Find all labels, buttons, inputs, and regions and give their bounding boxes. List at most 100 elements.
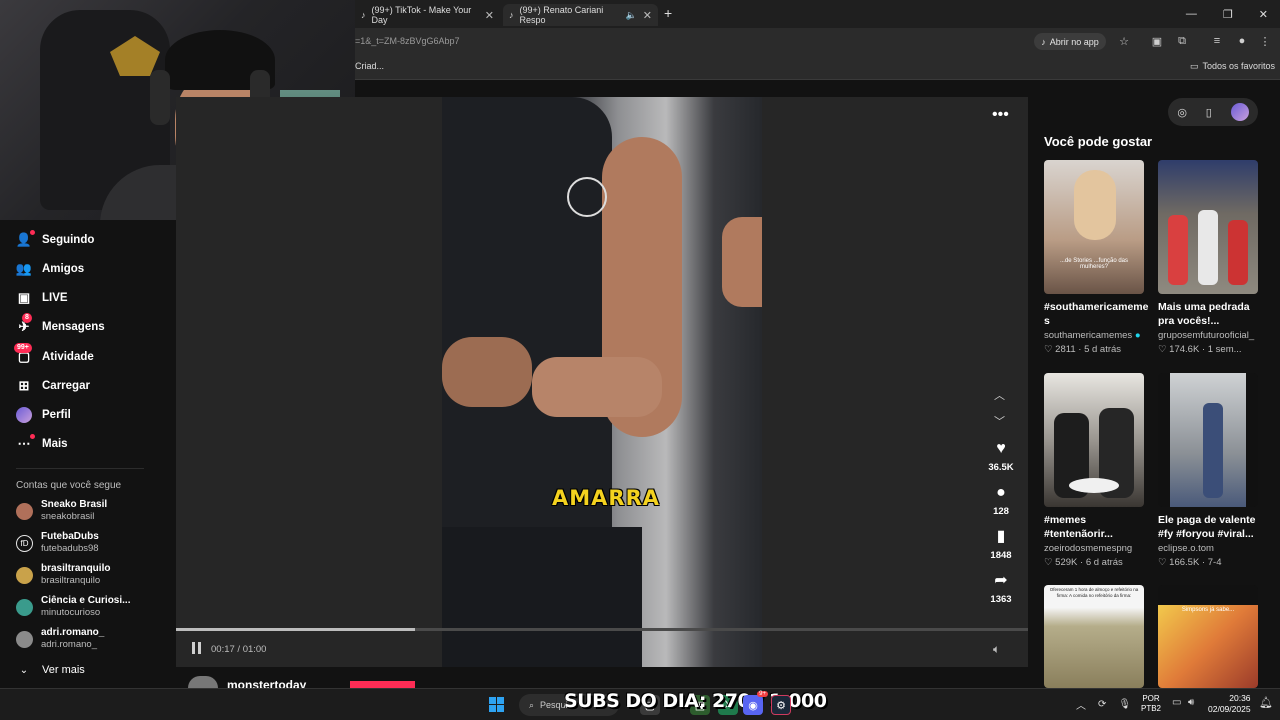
sync-icon[interactable]: ⟳ <box>1098 699 1106 710</box>
suggestion-thumbnail[interactable]: Simpsons já sabe... <box>1158 585 1258 688</box>
speaker-icon[interactable]: 🔈 <box>626 10 637 21</box>
suggestion-card[interactable]: ...de Stories ...função das mulheres? #s… <box>1044 160 1148 355</box>
account-name: Sneako Brasil <box>41 499 108 510</box>
extension-icon[interactable]: ▣ <box>1150 34 1164 48</box>
discord-icon[interactable]: ◉ 9+ <box>743 691 768 715</box>
restore-icon[interactable]: ❐ <box>1223 8 1233 21</box>
following-icon: 👤 <box>16 230 35 248</box>
phone-icon[interactable]: ▯ <box>1206 106 1212 119</box>
heart-outline-icon: ♡ <box>1044 344 1053 355</box>
sidebar-item-profile[interactable]: Perfil <box>16 404 71 426</box>
panel-toolbar: ◎ ▯ <box>1168 98 1258 126</box>
sidebar-item-label: Amigos <box>42 263 85 275</box>
new-tab-button[interactable]: + <box>664 5 672 21</box>
microphone-icon[interactable]: 🎙︎ <box>1118 699 1131 710</box>
open-app-button[interactable]: ♪ Abrir no app <box>1034 33 1106 50</box>
suggestion-thumbnail[interactable] <box>1158 160 1258 294</box>
share-button[interactable]: ➦ 1363 <box>984 572 1018 605</box>
profile-icon[interactable]: ● <box>1235 34 1249 48</box>
volume-icon[interactable]: 🔈︎ <box>993 642 1000 657</box>
following-section-title: Contas que você segue <box>16 480 122 491</box>
puzzle-icon[interactable]: ⧉ <box>1175 34 1189 48</box>
sidebar-item-upload[interactable]: ⊞ Carregar <box>16 375 90 397</box>
language-indicator[interactable]: POR PTB2 <box>1141 694 1161 714</box>
sidebar-item-activity[interactable]: ▢ 99+ Atividade <box>14 343 94 368</box>
more-options-icon[interactable]: ••• <box>992 106 1009 124</box>
followed-account[interactable]: brasiltranquilo brasiltranquilo <box>16 563 110 587</box>
media-icon[interactable]: ≡ <box>1210 34 1224 48</box>
avatar[interactable] <box>1230 103 1249 121</box>
suggestion-card[interactable]: Mais uma pedrada pra vocês!... gruposemf… <box>1158 160 1258 355</box>
author-avatar[interactable] <box>188 676 218 688</box>
volume-tray-icon[interactable]: 🔊︎ <box>1188 697 1194 708</box>
account-avatar <box>16 502 33 520</box>
tab-tiktok[interactable]: ♪ (99+) TikTok - Make Your Day ✕ <box>355 4 500 26</box>
messages-icon: ✈ 8 <box>16 313 32 335</box>
sidebar-item-live[interactable]: ▣ LIVE <box>16 287 68 309</box>
suggestion-author: eclipse.o.tom <box>1158 543 1214 554</box>
chevron-up-icon[interactable]: ︿ <box>994 387 1005 403</box>
star-icon[interactable]: ☆ <box>1117 34 1131 48</box>
menu-icon[interactable]: ⋮ <box>1258 34 1272 48</box>
heart-outline-icon: ♡ <box>1158 344 1167 355</box>
follow-button[interactable] <box>350 681 415 688</box>
sidebar-item-more[interactable]: ⋯ Mais <box>16 433 68 455</box>
tab-renato[interactable]: ♪ (99+) Renato Cariani Respo 🔈 ✕ <box>503 4 658 26</box>
save-button[interactable]: ▮ 1848 <box>984 528 1018 561</box>
sidebar-item-messages[interactable]: ✈ 8 Mensagens <box>16 313 105 338</box>
thumbnail-text: Simpsons já sabe... <box>1181 607 1235 613</box>
video-frame[interactable] <box>442 97 762 667</box>
pause-icon[interactable] <box>192 642 204 655</box>
followed-account[interactable]: Sneako Brasil sneakobrasil <box>16 499 107 523</box>
bookmark-item[interactable]: Criad... <box>355 61 384 71</box>
account-avatar <box>16 598 33 616</box>
monitor-icon[interactable]: ▭ <box>1172 697 1181 708</box>
live-icon: ▣ <box>17 290 31 305</box>
suggestion-card[interactable]: #memes #tentenãorir... zoeirodosmemespng… <box>1044 373 1144 568</box>
suggestion-thumbnail[interactable]: ...de Stories ...função das mulheres? <box>1044 160 1144 294</box>
followed-account[interactable]: adri.romano_ adri.romano_ <box>16 627 104 651</box>
suggestion-card[interactable]: Ofereceram 1 hora de almoço e refeitório… <box>1044 585 1144 688</box>
sidebar-item-label: Atividade <box>42 351 94 363</box>
activity-icon: ▢ 99+ <box>14 343 32 365</box>
comment-button[interactable]: ● 128 <box>984 484 1018 517</box>
progress-fill <box>176 628 415 631</box>
suggestion-likes: 529K <box>1055 557 1078 568</box>
suggestion-thumbnail[interactable] <box>1158 373 1258 507</box>
followed-account[interactable]: Ciência e Curiosi... minutocurioso <box>16 595 130 619</box>
sidebar-item-label: Perfil <box>42 409 71 421</box>
all-bookmarks[interactable]: ▭ Todos os favoritos <box>1190 61 1275 72</box>
close-icon[interactable]: ✕ <box>643 9 652 22</box>
video-caption: AMARRA <box>552 486 660 510</box>
suggestion-thumbnail[interactable]: Ofereceram 1 hora de almoço e refeitório… <box>1044 585 1144 688</box>
profile-avatar <box>16 407 32 423</box>
suggestion-thumbnail[interactable] <box>1044 373 1144 507</box>
account-handle: futebadubs98 <box>41 543 99 554</box>
followed-account[interactable]: fD FutebaDubs futebadubs98 <box>16 531 99 555</box>
account-name: Ciência e Curiosi... <box>41 595 131 606</box>
notifications-icon[interactable]: 🔔︎ <box>1259 696 1273 709</box>
suggestion-card[interactable]: Simpsons já sabe... <box>1158 585 1258 688</box>
thumbnail-text: Ofereceram 1 hora de almoço e refeitório… <box>1049 587 1139 598</box>
sidebar-item-following[interactable]: 👤 Seguindo <box>16 229 94 251</box>
like-button[interactable]: ♥ 36.5K <box>984 440 1018 473</box>
account-name: FutebaDubs <box>41 531 99 542</box>
windows-start-icon[interactable] <box>489 697 504 712</box>
tiktok-icon: ♪ <box>361 10 366 20</box>
headphone-left <box>150 70 170 125</box>
minimize-icon[interactable]: — <box>1186 8 1197 20</box>
chevron-down-icon[interactable]: ﹀ <box>994 413 1005 429</box>
compass-icon[interactable]: ◎ <box>1177 106 1187 119</box>
suggestion-card[interactable]: Ele paga de valente #fy #foryou #viral..… <box>1158 373 1258 568</box>
steam-icon[interactable]: ⚙ <box>771 695 791 715</box>
chevron-up-icon[interactable]: ︿ <box>1076 697 1086 712</box>
system-tray: ︿ ⟳ 🎙︎ <box>1076 690 1131 718</box>
url-field[interactable]: =1&_t=ZM-8zBVgG6Abp7 <box>355 36 460 46</box>
see-more-button[interactable]: ⌄ Ver mais <box>16 659 85 681</box>
account-avatar: fD <box>16 534 33 552</box>
close-icon[interactable]: ✕ <box>485 9 494 22</box>
close-window-icon[interactable]: ✕ <box>1259 8 1268 21</box>
sidebar-item-friends[interactable]: 👥 Amigos <box>16 258 84 280</box>
taskbar-clock[interactable]: 20:36 02/09/2025 <box>1208 693 1251 715</box>
sidebar-item-label: Carregar <box>42 380 90 392</box>
